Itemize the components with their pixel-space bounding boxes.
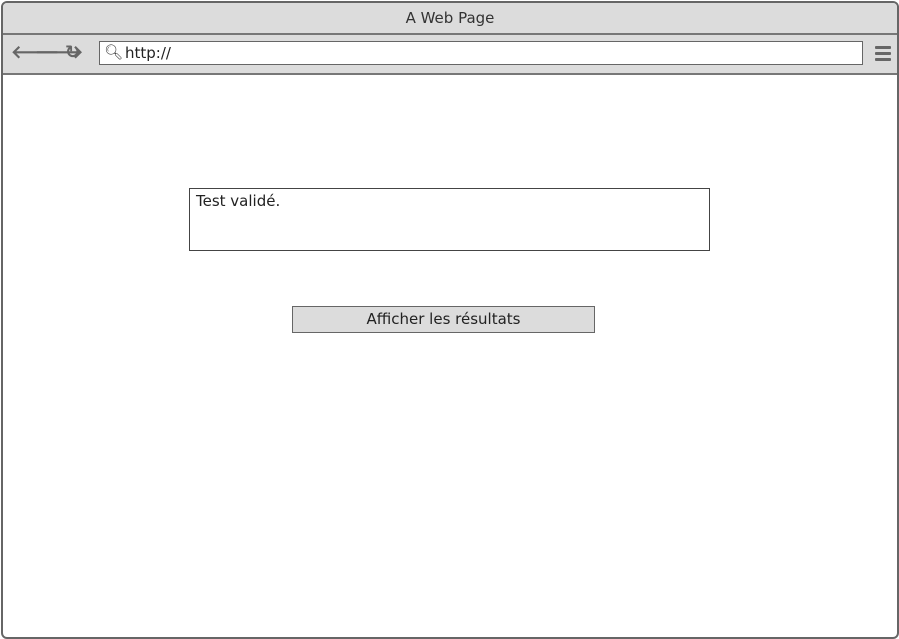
browser-toolbar: 🡐 🡒 ↻ 🔍︎ http:// — [3, 35, 897, 75]
message-text: Test validé. — [196, 192, 281, 210]
reload-icon[interactable]: ↻ — [65, 43, 80, 63]
search-icon: 🔍︎ — [104, 43, 124, 61]
message-textarea[interactable]: Test validé. — [189, 188, 710, 251]
url-input[interactable]: 🔍︎ http:// — [99, 41, 863, 65]
browser-window: A Web Page 🡐 🡒 ↻ 🔍︎ http:// Test validé.… — [1, 1, 899, 639]
title-bar: A Web Page — [3, 3, 897, 35]
show-results-button[interactable]: Afficher les résultats — [292, 306, 595, 333]
url-text: http:// — [125, 44, 171, 62]
window-title: A Web Page — [405, 9, 495, 27]
hamburger-menu-icon[interactable] — [875, 46, 891, 64]
